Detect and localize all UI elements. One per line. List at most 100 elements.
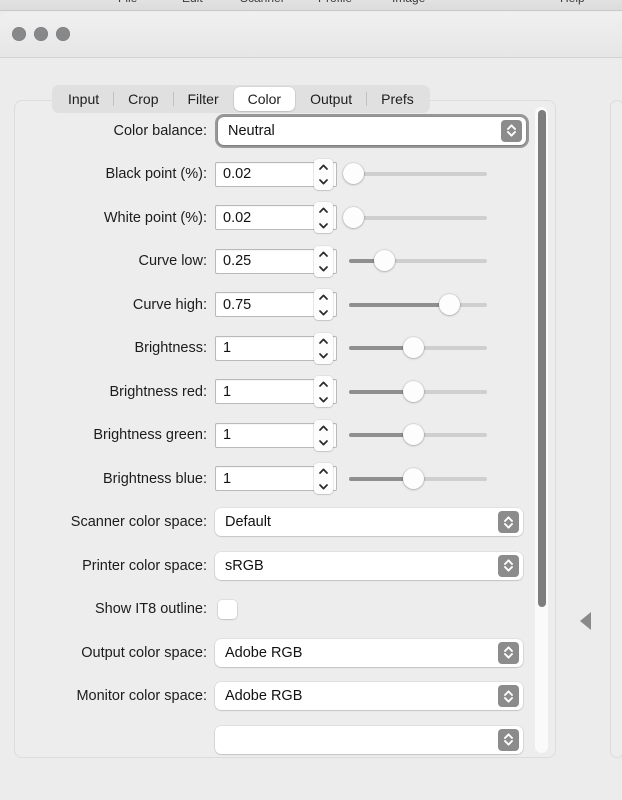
stepper-up-icon[interactable] xyxy=(314,376,333,392)
tab-output[interactable]: Output xyxy=(296,87,366,111)
menu-item-file[interactable]: File xyxy=(118,0,137,5)
menu-item-edit[interactable]: Edit xyxy=(182,0,203,5)
menu-item-scanner[interactable]: Scanner xyxy=(240,0,285,5)
dropdown-color-balance[interactable]: Neutral xyxy=(218,117,526,145)
settings-row-scanner-color-space: Scanner color space: Default xyxy=(15,501,535,545)
dropdown-monitor-color-space[interactable]: Adobe RGB xyxy=(215,682,523,710)
slider-knob[interactable] xyxy=(439,294,460,315)
label-brightness-green: Brightness green: xyxy=(15,427,215,443)
stepper-down-icon[interactable] xyxy=(314,392,333,408)
menu-item-image[interactable]: Image xyxy=(392,0,425,5)
settings-row-brightness: Brightness:1 xyxy=(15,327,535,371)
stepper-curve-high[interactable] xyxy=(314,289,333,320)
stepper-up-icon[interactable] xyxy=(314,289,333,305)
stepper-down-icon[interactable] xyxy=(314,348,333,364)
chevron-updown-icon[interactable] xyxy=(501,120,522,142)
traffic-lights xyxy=(12,27,70,41)
dropdown-value-scanner-color-space: Default xyxy=(225,514,271,530)
slider-knob[interactable] xyxy=(374,250,395,271)
chevron-updown-icon[interactable] xyxy=(498,685,519,707)
stepper-down-icon[interactable] xyxy=(314,479,333,495)
stepper-brightness[interactable] xyxy=(314,333,333,364)
dropdown-value-printer-color-space: sRGB xyxy=(225,558,264,574)
settings-row-show-it8-outline: Show IT8 outline: xyxy=(15,588,535,632)
slider-knob[interactable] xyxy=(403,337,424,358)
stepper-brightness-red[interactable] xyxy=(314,376,333,407)
tab-input[interactable]: Input xyxy=(54,87,113,111)
dropdown-printer-color-space[interactable]: sRGB xyxy=(215,552,523,580)
settings-row-monitor-color-space: Monitor color space:Adobe RGB xyxy=(15,675,535,719)
slider-knob[interactable] xyxy=(403,381,424,402)
chevron-updown-icon[interactable] xyxy=(498,555,519,577)
slider-curve-high[interactable] xyxy=(349,294,487,316)
tab-prefs[interactable]: Prefs xyxy=(367,87,428,111)
menu-item-help[interactable]: Help xyxy=(560,0,585,5)
stepper-brightness-blue[interactable] xyxy=(314,463,333,494)
stepper-down-icon[interactable] xyxy=(314,218,333,234)
label-white-point: White point (%): xyxy=(15,210,215,226)
label-color-balance: Color balance: xyxy=(15,123,215,139)
slider-brightness[interactable] xyxy=(349,337,487,359)
stepper-black-point[interactable] xyxy=(314,159,333,190)
zoom-button[interactable] xyxy=(56,27,70,41)
slider-knob[interactable] xyxy=(403,468,424,489)
slider-brightness-green[interactable] xyxy=(349,424,487,446)
collapse-left-arrow-icon[interactable] xyxy=(580,612,591,630)
dropdown-scanner-color-space[interactable]: Default xyxy=(215,508,523,536)
slider-track xyxy=(349,216,487,220)
color-settings-panel: Color balance:NeutralBlack point (%):0.0… xyxy=(14,100,556,758)
label-scanner-color-space: Scanner color space: xyxy=(15,514,215,530)
label-printer-color-space: Printer color space: xyxy=(15,558,215,574)
chevron-updown-icon[interactable] xyxy=(498,642,519,664)
stepper-white-point[interactable] xyxy=(314,202,333,233)
chevron-updown-icon[interactable] xyxy=(498,729,519,751)
tab-color[interactable]: Color xyxy=(234,87,295,111)
close-button[interactable] xyxy=(12,27,26,41)
slider-brightness-red[interactable] xyxy=(349,381,487,403)
settings-row-color-balance: Color balance:Neutral xyxy=(15,109,535,153)
slider-black-point[interactable] xyxy=(349,163,487,185)
stepper-curve-low[interactable] xyxy=(314,246,333,277)
settings-row-output-color-space: Output color space:Adobe RGB xyxy=(15,631,535,675)
slider-white-point[interactable] xyxy=(349,207,487,229)
stepper-brightness-green[interactable] xyxy=(314,420,333,451)
tab-bar[interactable]: Input Crop Filter Color Output Prefs xyxy=(52,85,430,113)
title-bar[interactable]: VueScan 9 x64 (9.7.83) - /Users xyxy=(0,12,622,58)
settings-row-brightness-green: Brightness green:1 xyxy=(15,414,535,458)
label-curve-high: Curve high: xyxy=(15,297,215,313)
stepper-up-icon[interactable] xyxy=(314,246,333,262)
tab-crop[interactable]: Crop xyxy=(114,87,172,111)
tab-filter[interactable]: Filter xyxy=(174,87,233,111)
slider-brightness-blue[interactable] xyxy=(349,468,487,490)
stepper-up-icon[interactable] xyxy=(314,202,333,218)
slider-knob[interactable] xyxy=(343,163,364,184)
dropdown-output-color-space[interactable]: Adobe RGB xyxy=(215,639,523,667)
scrollbar-thumb[interactable] xyxy=(538,110,546,607)
settings-scroll-viewport[interactable]: Color balance:NeutralBlack point (%):0.0… xyxy=(15,101,556,758)
settings-row-brightness-red: Brightness red:1 xyxy=(15,370,535,414)
chevron-updown-icon[interactable] xyxy=(498,511,519,533)
stepper-up-icon[interactable] xyxy=(314,463,333,479)
stepper-down-icon[interactable] xyxy=(314,261,333,277)
settings-row-white-point: White point (%):0.02 xyxy=(15,196,535,240)
slider-knob[interactable] xyxy=(343,207,364,228)
vertical-scrollbar[interactable] xyxy=(535,107,548,753)
preview-panel xyxy=(610,100,622,758)
checkbox-show-it8-outline[interactable] xyxy=(218,600,237,619)
menu-item-profile[interactable]: Profile xyxy=(318,0,352,5)
dropdown-clipped[interactable] xyxy=(215,726,523,754)
menu-bar[interactable]: File Edit Scanner Profile Image Help xyxy=(0,0,622,11)
stepper-up-icon[interactable] xyxy=(314,159,333,175)
label-brightness-blue: Brightness blue: xyxy=(15,471,215,487)
slider-curve-low[interactable] xyxy=(349,250,487,272)
stepper-down-icon[interactable] xyxy=(314,174,333,190)
settings-rows: Color balance:NeutralBlack point (%):0.0… xyxy=(15,109,535,758)
stepper-down-icon[interactable] xyxy=(314,435,333,451)
stepper-down-icon[interactable] xyxy=(314,305,333,321)
stepper-up-icon[interactable] xyxy=(314,333,333,349)
label-black-point: Black point (%): xyxy=(15,166,215,182)
minimize-button[interactable] xyxy=(34,27,48,41)
label-monitor-color-space: Monitor color space: xyxy=(15,688,215,704)
stepper-up-icon[interactable] xyxy=(314,420,333,436)
slider-knob[interactable] xyxy=(403,424,424,445)
